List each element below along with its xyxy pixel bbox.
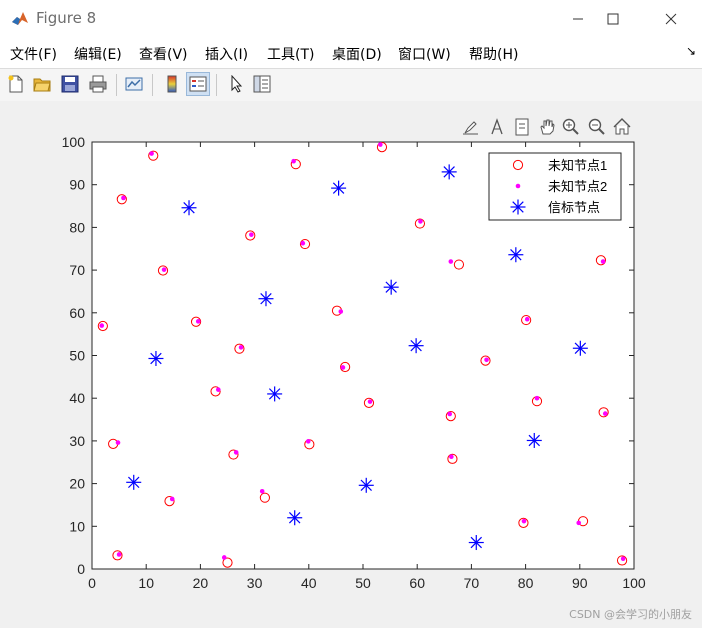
maximize-button[interactable] [590, 0, 636, 38]
pointer-icon[interactable] [224, 72, 248, 96]
toolbar-separator [116, 74, 117, 96]
figure-canvas [0, 101, 702, 628]
pan-icon[interactable] [536, 116, 558, 138]
menu-tools[interactable]: 工具(T) [267, 44, 314, 64]
link-plot-icon[interactable] [122, 72, 146, 96]
maximize-icon [607, 13, 619, 25]
dock-arrow-icon[interactable]: ↘ [686, 44, 696, 58]
property-inspector-icon[interactable] [250, 72, 274, 96]
axes-export-icon[interactable] [511, 116, 533, 138]
menu-edit[interactable]: 编辑(E) [74, 44, 122, 64]
menu-file[interactable]: 文件(F) [10, 44, 57, 64]
watermark: CSDN @会学习的小朋友 [569, 608, 692, 621]
title-bar: Figure 8 [0, 0, 702, 38]
menu-window[interactable]: 窗口(W) [398, 44, 451, 64]
brush-icon[interactable] [460, 116, 482, 138]
menu-view[interactable]: 查看(V) [139, 44, 188, 64]
new-file-icon[interactable] [4, 72, 28, 96]
colorbar-icon[interactable] [160, 72, 184, 96]
zoom-in-icon[interactable] [560, 116, 582, 138]
save-icon[interactable] [58, 72, 82, 96]
legend-icon[interactable] [186, 72, 210, 96]
close-button[interactable] [648, 0, 694, 38]
menu-desktop[interactable]: 桌面(D) [332, 44, 382, 64]
figure-toolbar [0, 68, 702, 102]
data-cursor-icon[interactable] [486, 116, 508, 138]
zoom-out-icon[interactable] [586, 116, 608, 138]
menu-help[interactable]: 帮助(H) [469, 44, 518, 64]
close-icon [665, 13, 677, 25]
toolbar-separator [216, 74, 217, 96]
window-title: Figure 8 [36, 9, 97, 27]
toolbar-separator [152, 74, 153, 96]
menu-bar: 文件(F) 编辑(E) 查看(V) 插入(I) 工具(T) 桌面(D) 窗口(W… [0, 38, 702, 68]
menu-insert[interactable]: 插入(I) [205, 44, 248, 64]
home-icon[interactable] [611, 116, 633, 138]
print-icon[interactable] [86, 72, 110, 96]
minimize-icon [573, 18, 583, 20]
open-folder-icon[interactable] [30, 72, 54, 96]
matlab-icon [10, 9, 30, 29]
